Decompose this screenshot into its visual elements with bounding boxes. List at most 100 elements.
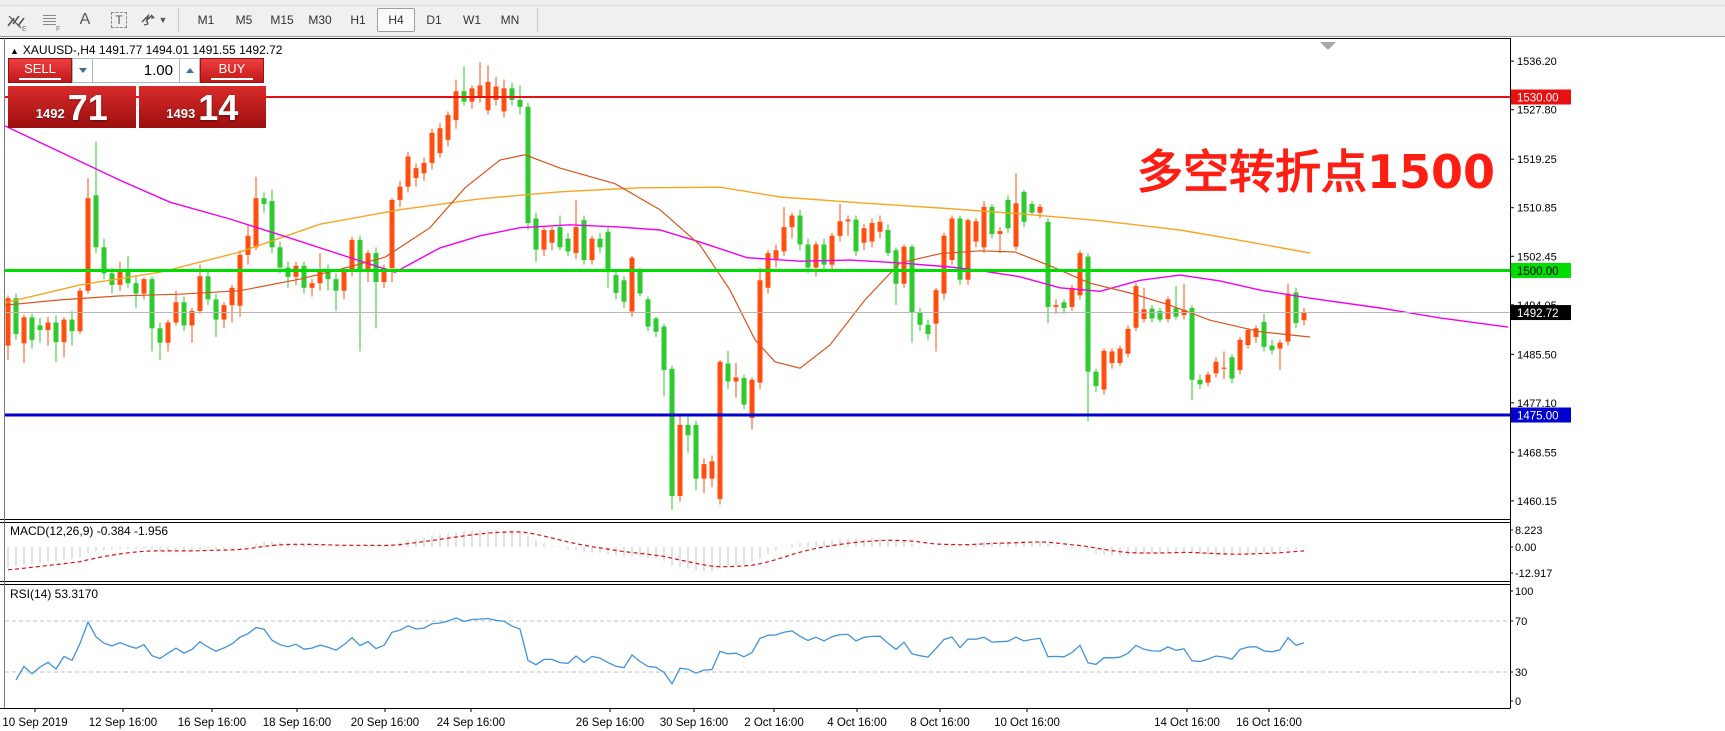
price-tick-label: 1510.85 [1517, 203, 1557, 215]
timeframe-button-m1[interactable]: M1 [187, 8, 225, 32]
mt4-terminal: E F A T ▼ M1M5M15M30H1H4D1W1MN [0, 0, 1725, 731]
time-axis-label: 16 Oct 16:00 [1236, 717, 1302, 729]
price-chart[interactable]: 多空转折点15001536.201527.801519.251510.85150… [0, 38, 1725, 731]
time-axis-label: 20 Sep 16:00 [351, 717, 419, 729]
volume-increase-button[interactable] [179, 58, 200, 83]
rsi-tick-label: 100 [1515, 586, 1533, 598]
textbox-t-glyph: T [111, 12, 126, 28]
timeframe-button-m5[interactable]: M5 [225, 8, 263, 32]
candle-body [870, 223, 875, 242]
candle-body [1006, 200, 1011, 228]
candle-body [430, 133, 435, 163]
buy-price-small: 1493 [166, 106, 195, 121]
candle-body [1094, 372, 1099, 386]
collapse-triangle-icon[interactable]: ▲ [10, 46, 19, 56]
sell-price-tile[interactable]: 1492 71 [8, 85, 136, 128]
buy-price-tile[interactable]: 1493 14 [139, 85, 267, 128]
candle-body [1294, 292, 1299, 323]
candle-body [1270, 346, 1275, 351]
candle-body [1230, 357, 1235, 378]
buy-button-label: BUY [219, 61, 246, 76]
candle-body [790, 216, 795, 228]
symbol-ohlc-line: ▲ XAUUSD-,H4 1491.77 1494.01 1491.55 1492… [10, 43, 282, 57]
candle-body [518, 100, 523, 107]
sell-button[interactable]: SELL [8, 58, 72, 83]
text-a-icon[interactable]: A [70, 8, 100, 32]
candle-body [470, 88, 475, 101]
candle-body [142, 279, 147, 293]
candle-body [998, 231, 1003, 234]
candle-body [934, 290, 939, 324]
timeframe-button-m30[interactable]: M30 [301, 8, 339, 32]
time-axis-label: 4 Oct 16:00 [827, 717, 886, 729]
candle-body [254, 198, 259, 247]
candle-body [838, 221, 843, 235]
candle-body [950, 218, 955, 260]
toolbar: E F A T ▼ M1M5M15M30H1H4D1W1MN [0, 0, 1725, 37]
candle-body [182, 302, 187, 325]
candle-body [1278, 343, 1283, 349]
candle-body [334, 279, 339, 291]
chart-shift-marker-icon [1320, 42, 1336, 50]
candle-body [1238, 340, 1243, 370]
candle-body [534, 218, 539, 249]
time-axis-label: 12 Sep 16:00 [89, 717, 157, 729]
candle-body [654, 318, 659, 331]
price-badge-label: 1500.00 [1517, 266, 1559, 278]
rsi-tick-label: 30 [1515, 667, 1527, 679]
timeframe-button-mn[interactable]: MN [491, 8, 529, 32]
window-top-strip [0, 0, 1725, 6]
candle-body [86, 198, 91, 291]
candle-body [814, 244, 819, 267]
grid-f-icon[interactable]: F [36, 8, 66, 32]
candle-body [1190, 308, 1195, 380]
timeframe-button-w1[interactable]: W1 [453, 8, 491, 32]
toolbar-separator-2 [537, 8, 538, 32]
candle-body [310, 283, 315, 288]
volume-input[interactable] [93, 58, 179, 83]
candle-body [502, 88, 507, 111]
candle-body [1254, 328, 1259, 337]
time-axis-label: 8 Oct 16:00 [910, 717, 969, 729]
candle-body [854, 220, 859, 252]
buy-button[interactable]: BUY [200, 58, 264, 83]
candle-body [1134, 286, 1139, 328]
timeframe-button-h1[interactable]: H1 [339, 8, 377, 32]
candle-body [806, 244, 811, 267]
candle-body [1206, 375, 1211, 383]
cycle-arrows-icon[interactable]: ▼ [138, 8, 168, 32]
candle-body [710, 461, 715, 478]
svg-text:E: E [22, 26, 27, 32]
svg-text:F: F [56, 26, 60, 32]
candle-body [686, 425, 691, 435]
candle-body [422, 163, 427, 173]
price-tick-label: 1460.15 [1517, 496, 1557, 508]
candle-body [862, 228, 867, 242]
textbox-t-icon[interactable]: T [104, 8, 134, 32]
macd-label: MACD(12,26,9) -0.384 -1.956 [10, 524, 168, 538]
volume-decrease-button[interactable] [72, 58, 93, 83]
candle-body [30, 317, 35, 340]
dropdown-caret-icon[interactable]: ▼ [159, 15, 168, 25]
symbol-ohlc-text: XAUUSD-,H4 1491.77 1494.01 1491.55 1492.… [23, 43, 283, 57]
timeframe-button-h4[interactable]: H4 [377, 8, 415, 32]
timeframe-button-m15[interactable]: M15 [263, 8, 301, 32]
candle-body [134, 283, 139, 293]
candle-body [942, 236, 947, 294]
candle-body [782, 227, 787, 251]
candle-body [590, 239, 595, 260]
candle-body [342, 270, 347, 291]
candle-body [1022, 192, 1027, 222]
time-axis-label: 24 Sep 16:00 [437, 717, 505, 729]
timeframe-button-d1[interactable]: D1 [415, 8, 453, 32]
candle-body [46, 322, 51, 330]
candle-body [278, 247, 283, 267]
candle-body [1110, 351, 1115, 363]
candle-body [22, 317, 27, 343]
candle-body [742, 378, 747, 405]
candle-body [910, 247, 915, 313]
candle-body [1086, 257, 1091, 372]
chart-ea-icon[interactable]: E [2, 8, 32, 32]
candle-body [438, 128, 443, 153]
annotation-text: 多空转折点1500 [1137, 145, 1495, 199]
